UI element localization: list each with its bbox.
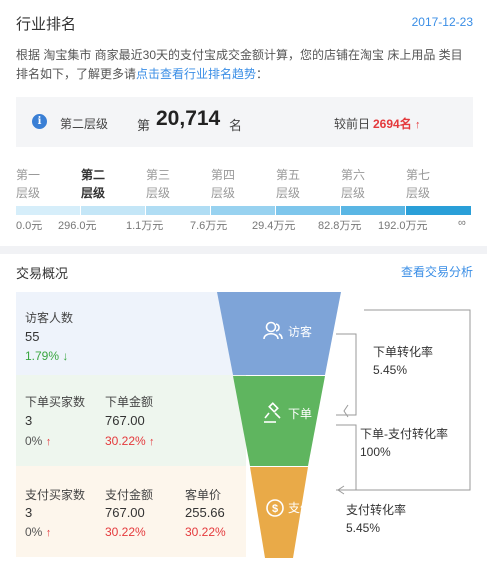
arrow-up-icon: ↑ [45,527,52,539]
tier-name: 第五 [276,168,301,182]
rank-number: 20,714 [156,107,221,130]
conversion-funnel: 访客 下单 $ 支付 [217,292,341,558]
tier-suffix: 层级 [211,186,236,200]
tier-1: 第一 层级 [16,166,40,202]
tier-suffix: 层级 [81,186,106,200]
order-buyers-value: 3 [25,413,33,428]
ranking-description: 根据 淘宝集市 商家最近30天的支付宝成交金额计算，您的店铺在淘宝 床上用品 类… [16,46,474,84]
tier-threshold: 82.8万元 [318,220,362,232]
tier-suffix: 层级 [146,186,171,200]
order-buyers-label: 下单买家数 [25,395,86,409]
arrow-up-icon: ↑ [45,436,52,448]
compare-value: 2694名 ↑ [373,115,421,132]
tier-threshold: 296.0元 [58,220,97,232]
tier-suffix: 层级 [276,186,301,200]
tier-threshold: 0.0元 [16,220,43,232]
tier-name: 第二 [81,168,106,182]
tier-name: 第三 [146,168,171,182]
order-conversion-label: 下单转化率 [373,345,434,359]
funnel-stage-visitors[interactable] [217,292,341,375]
tier-threshold: 1.1万元 [126,220,164,232]
tier-threshold: 7.6万元 [190,220,228,232]
visitors-row: 访客人数 55 1.79% ↓ [16,292,246,375]
date-label: 2017-12-23 [411,15,473,29]
order-amount-pct: 30.22% [105,434,146,448]
order-amount-value: 767.00 [105,413,145,428]
rank-suffix: 名 [229,118,243,133]
arrow-up-icon: ↑ [415,119,421,131]
bracket-order-pay-conv [336,424,357,491]
tier-bar-segment [341,206,405,215]
tier-bar-segment [146,206,210,215]
arrow-up-icon: ↑ [149,436,155,448]
bracket-order-conv [336,333,357,416]
tier-threshold: ∞ [458,217,466,229]
visitors-change: 1.79% ↓ [25,349,68,363]
tier-suffix: 层级 [406,186,431,200]
pay-amount-label: 支付金额 [105,488,154,502]
compare-value-text: 2694名 [373,117,412,131]
pay-amount-value: 767.00 [105,505,145,520]
pay-buyers-pct: 0% [25,525,43,539]
tier-2: 第二 层级 [81,166,105,202]
pay-row: 支付买家数 3 0% ↑ 支付金额 767.00 30.22% 客单价 255.… [16,466,246,557]
description-end: ： [256,67,269,81]
order-pay-conversion-value: 100% [360,445,391,459]
tier-name: 第四 [211,168,236,182]
order-pay-conversion-label: 下单-支付转化率 [360,427,448,441]
tier-name: 第一 [16,168,41,182]
arrow-down-icon: ↓ [62,349,69,363]
tier-suffix: 层级 [341,186,366,200]
visitors-value: 55 [25,329,40,344]
bracket-pay-conv [344,309,471,491]
trade-overview-title: 交易概况 [16,266,69,281]
pay-amount-pct: 30.22% [105,525,146,539]
tier-bar-segment [16,206,80,215]
tier-threshold: 29.4万元 [252,220,296,232]
view-trade-analysis-link[interactable]: 查看交易分析 [401,263,473,280]
info-icon[interactable]: i [32,114,47,129]
tier-bar-segment [276,206,340,215]
tier-bar-segment [81,206,145,215]
tier-name: 第七 [406,168,431,182]
compare-label: 较前日 [334,117,371,131]
funnel-label-order: 下单 [288,407,312,421]
section-divider [0,246,487,254]
tier-3: 第三 层级 [146,166,170,202]
order-row: 下单买家数 3 0% ↑ 下单金额 767.00 30.22% ↑ [16,375,246,466]
conversion-brackets [336,309,471,495]
tier-bar-segment [406,206,471,215]
pay-buyers-label: 支付买家数 [25,488,86,502]
rank-summary-box: i 第二层级 第 20,714 名 较前日 2694名 ↑ [16,97,473,147]
tier-4: 第四 层级 [211,166,235,202]
ranking-trend-link[interactable]: 点击查看行业排名趋势 [136,67,256,81]
visitors-label: 访客人数 [25,311,74,325]
tier-5: 第五 层级 [276,166,300,202]
current-tier-label: 第二层级 [60,117,109,131]
pay-buyers-change: 0% ↑ [25,525,51,539]
section-title: 行业排名 [16,16,77,33]
order-buyers-change: 0% ↑ [25,434,51,448]
pay-buyers-value: 3 [25,505,33,520]
order-amount-change: 30.22% ↑ [105,434,155,448]
funnel-label-pay: 支付 [288,501,312,515]
pay-conversion-value: 5.45% [346,521,381,535]
funnel-label-visitors: 访客 [288,324,312,339]
svg-text:$: $ [272,503,278,515]
rank-prefix: 第 [137,118,151,133]
tier-suffix: 层级 [16,186,41,200]
order-buyers-pct: 0% [25,434,43,448]
order-amount-label: 下单金额 [105,395,154,409]
visitors-pct: 1.79% [25,349,60,363]
tier-6: 第六 层级 [341,166,365,202]
order-conversion-value: 5.45% [373,363,408,377]
funnel-stage-order[interactable] [233,376,325,466]
tier-threshold: 192.0万元 [378,220,428,232]
pay-conversion-label: 支付转化率 [346,503,407,517]
industry-ranking-panel: 行业排名 2017-12-23 根据 淘宝集市 商家最近30天的支付宝成交金额计… [0,0,487,246]
tier-bar-segment [211,206,275,215]
tier-name: 第六 [341,168,366,182]
tier-bar [16,206,471,215]
tier-7: 第七 层级 [406,166,430,202]
